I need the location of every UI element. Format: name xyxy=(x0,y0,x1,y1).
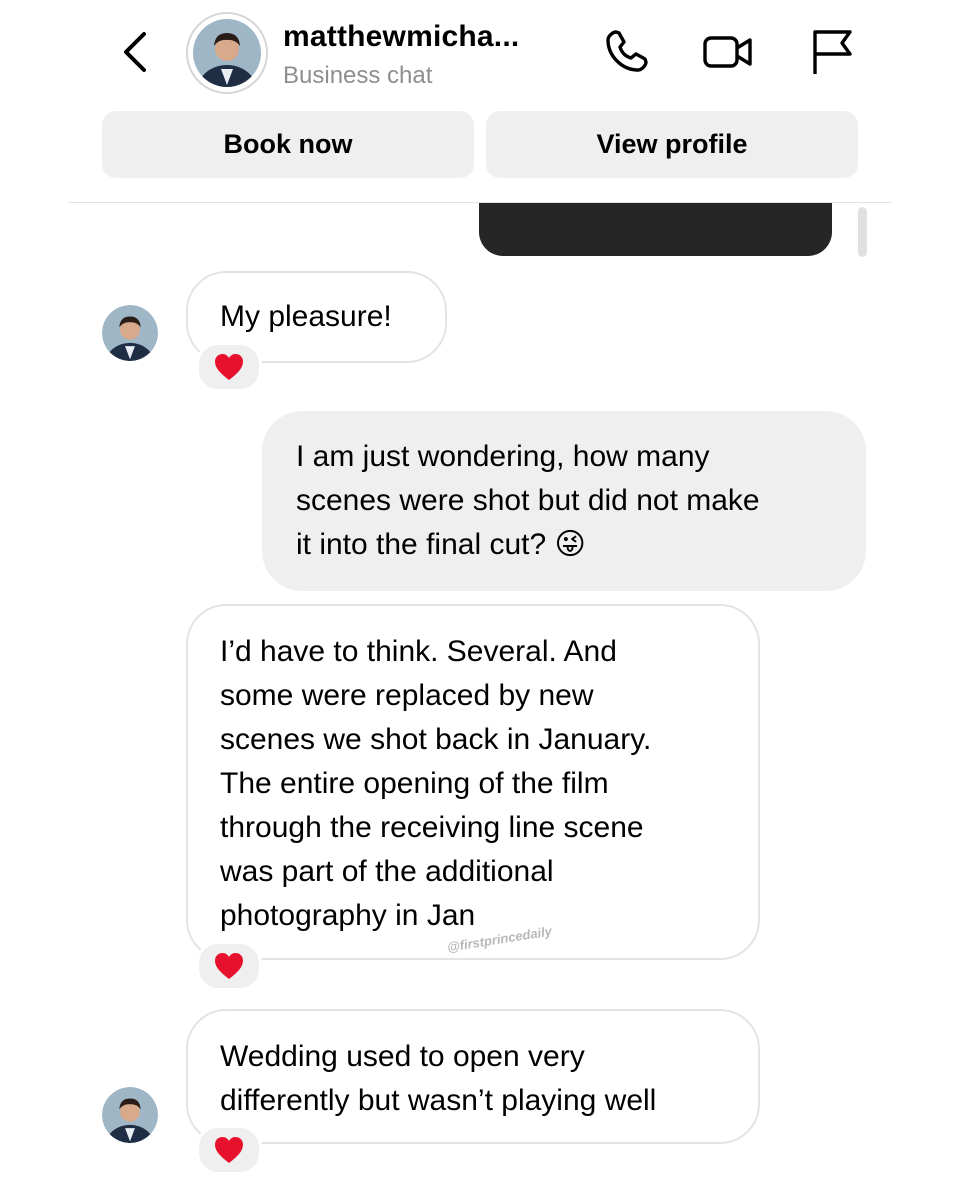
message-reaction[interactable] xyxy=(196,342,262,392)
message-line: through the receiving line scene xyxy=(220,811,644,844)
message-line: it into the final cut? 😜 xyxy=(296,528,586,561)
message-line: Wedding used to open very xyxy=(220,1040,585,1073)
message-line: I am just wondering, how many xyxy=(296,440,710,473)
heart-icon xyxy=(215,953,243,979)
message-line: scenes we shot back in January. xyxy=(220,723,652,756)
flag-icon xyxy=(813,30,852,74)
back-button[interactable] xyxy=(112,28,160,76)
media-message[interactable] xyxy=(479,203,832,256)
message-reaction[interactable] xyxy=(196,1125,262,1175)
message-reaction[interactable] xyxy=(196,941,262,991)
avatar xyxy=(193,19,261,87)
video-camera-icon xyxy=(703,36,752,68)
message-line: photography in Jan xyxy=(220,899,476,932)
call-button[interactable] xyxy=(600,26,652,78)
message-bubble-incoming[interactable]: Wedding used to open very differently bu… xyxy=(186,1009,760,1144)
message-line: differently but wasn’t playing well xyxy=(220,1084,657,1117)
message-line: was part of the additional xyxy=(220,855,554,888)
avatar xyxy=(102,1087,158,1143)
chat-subtitle: Business chat xyxy=(283,62,433,89)
report-button[interactable] xyxy=(806,26,858,78)
header-avatar[interactable] xyxy=(186,12,268,94)
sender-avatar[interactable] xyxy=(102,305,158,361)
video-call-button[interactable] xyxy=(702,26,754,78)
scrollbar[interactable] xyxy=(858,207,867,257)
message-bubble-incoming[interactable]: I’d have to think. Several. And some wer… xyxy=(186,604,760,960)
message-line: The entire opening of the film xyxy=(220,767,609,800)
book-now-button[interactable]: Book now xyxy=(102,111,474,178)
message-bubble-outgoing[interactable]: I am just wondering, how many scenes wer… xyxy=(262,411,866,591)
avatar xyxy=(102,305,158,361)
heart-icon xyxy=(215,354,243,380)
message-line: scenes were shot but did not make xyxy=(296,484,760,517)
phone-icon xyxy=(606,30,648,72)
message-text: My pleasure! xyxy=(220,300,392,333)
view-profile-button[interactable]: View profile xyxy=(486,111,858,178)
chevron-left-icon xyxy=(124,32,146,72)
heart-icon xyxy=(215,1137,243,1163)
message-line: some were replaced by new xyxy=(220,679,594,712)
chat-username[interactable]: matthewmicha... xyxy=(283,20,519,54)
sender-avatar[interactable] xyxy=(102,1087,158,1143)
message-line: I’d have to think. Several. And xyxy=(220,635,617,668)
